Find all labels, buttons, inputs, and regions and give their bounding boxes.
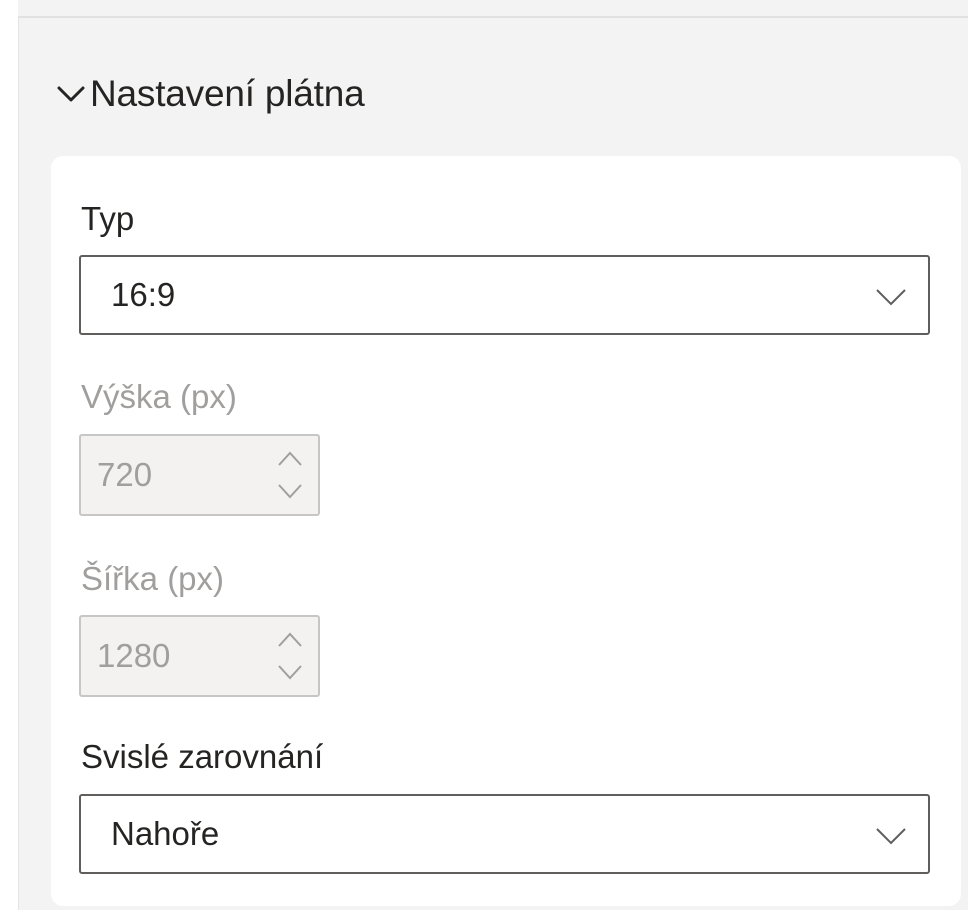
left-panel-edge [0, 0, 19, 910]
type-label: Typ [81, 200, 135, 237]
height-label: Výška (px) [81, 378, 237, 415]
chevron-down-icon[interactable] [276, 480, 304, 502]
chevron-down-icon [874, 279, 908, 313]
top-divider [18, 0, 968, 18]
height-spin-input[interactable]: 720 [79, 434, 320, 516]
height-value: 720 [97, 456, 153, 493]
chevron-up-icon[interactable] [276, 448, 304, 470]
type-dropdown[interactable]: 16:9 [79, 255, 930, 335]
chevron-down-icon [874, 818, 908, 852]
width-spin-input[interactable]: 1280 [79, 615, 320, 697]
type-dropdown-value: 16:9 [111, 276, 176, 313]
canvas-settings-section-header[interactable]: Nastavení plátna [56, 64, 365, 124]
vertical-alignment-label: Svislé zarovnání [81, 738, 324, 775]
vertical-alignment-dropdown[interactable]: Nahoře [79, 794, 930, 874]
chevron-down-icon[interactable] [276, 661, 304, 683]
width-label: Šířka (px) [81, 560, 225, 597]
canvas-settings-card: Typ 16:9 Výška (px) 720 Šířka (px) 1280 [51, 156, 961, 906]
chevron-up-icon[interactable] [276, 629, 304, 651]
vertical-alignment-value: Nahoře [111, 815, 220, 852]
width-value: 1280 [97, 637, 171, 674]
section-title: Nastavení plátna [90, 73, 365, 114]
chevron-down-icon [56, 77, 90, 111]
